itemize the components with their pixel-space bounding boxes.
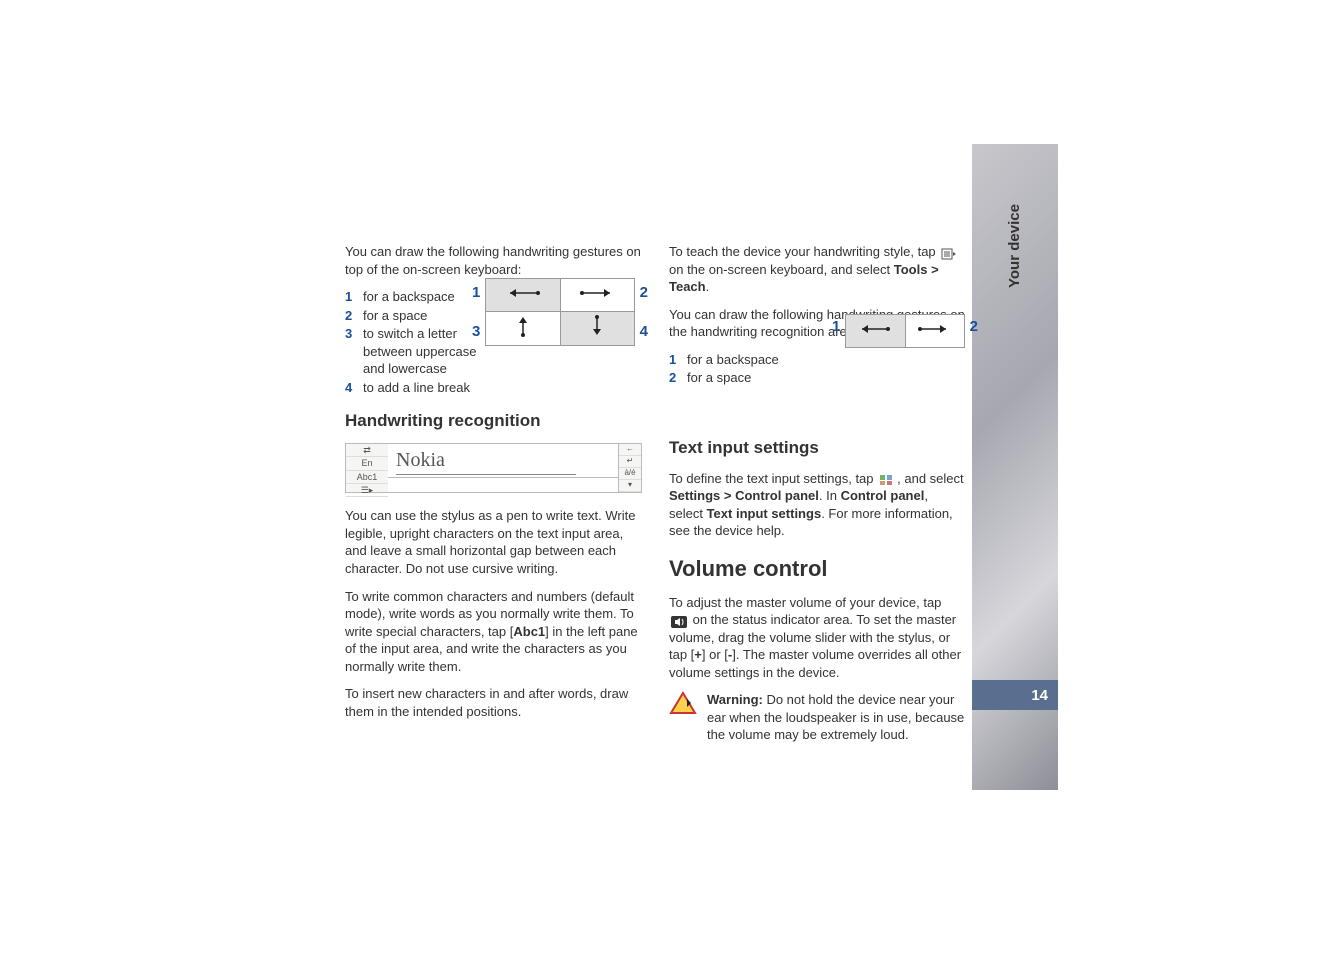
hw-btn-accents[interactable]: à/é — [619, 468, 641, 480]
list-item: 4to add a line break — [345, 379, 485, 397]
hw-btn-menu[interactable]: ☰▸ — [346, 484, 388, 497]
heading-volume-control: Volume control — [669, 554, 965, 584]
gesture-backspace-icon — [852, 320, 898, 338]
warning-row: Warning: Do not hold the device near you… — [669, 691, 965, 754]
hw-btn-enter[interactable]: ↵ — [619, 456, 641, 468]
list-item: 2for a space — [345, 307, 485, 325]
gesture-grid-4: 1 2 3 4 — [485, 278, 635, 346]
gesture-linebreak-icon — [572, 313, 622, 339]
left-column: You can draw the following handwriting g… — [345, 243, 641, 754]
hw-left-buttons: ⇄ En Abc1 ☰▸ — [346, 444, 389, 492]
hw-writing-area[interactable]: Nokia — [388, 444, 619, 478]
heading-handwriting-recognition: Handwriting recognition — [345, 410, 641, 433]
right-column: To teach the device your handwriting sty… — [669, 243, 965, 754]
page-body: You can draw the following handwriting g… — [345, 243, 965, 754]
paragraph: To insert new characters in and after wo… — [345, 685, 641, 720]
gesture-case-icon — [498, 313, 548, 339]
paragraph: You can use the stylus as a pen to write… — [345, 507, 641, 577]
hw-btn-backspace[interactable]: ← — [619, 444, 641, 456]
gesture-grid-2: 1 2 — [845, 314, 965, 348]
handwriting-input-panel: ⇄ En Abc1 ☰▸ Nokia ← ↵ à/é ▾ — [345, 443, 642, 493]
menu-icon — [941, 247, 957, 259]
apps-icon — [879, 473, 895, 485]
list-item: 1for a backspace — [345, 288, 485, 306]
list-item: 2for a space — [669, 369, 829, 387]
paragraph: To write common characters and numbers (… — [345, 588, 641, 676]
hw-btn-collapse[interactable]: ▾ — [619, 480, 641, 492]
hw-blank-area[interactable] — [388, 478, 619, 492]
paragraph: To teach the device your handwriting sty… — [669, 243, 965, 296]
page-number: 14 — [972, 680, 1058, 710]
hw-btn-abc1[interactable]: Abc1 — [346, 471, 388, 484]
gesture-list: 1for a backspace 2for a space 3to switch… — [345, 288, 485, 396]
speaker-icon — [671, 615, 687, 627]
gesture-list-2: 1for a backspace 2for a space — [669, 351, 829, 387]
heading-text-input-settings: Text input settings — [669, 437, 965, 460]
warning-text: Warning: Do not hold the device near you… — [707, 691, 965, 744]
gesture-space-icon — [912, 320, 958, 338]
hw-btn-swap[interactable]: ⇄ — [346, 444, 388, 457]
list-item: 1for a backspace — [669, 351, 829, 369]
gesture-backspace-icon — [498, 283, 548, 303]
hw-btn-lang[interactable]: En — [346, 457, 388, 470]
section-tab-label: Your device — [1006, 204, 1023, 288]
paragraph: To define the text input settings, tap ,… — [669, 470, 965, 540]
list-item: 3to switch a letter between uppercase an… — [345, 325, 485, 378]
intro-text: You can draw the following handwriting g… — [345, 243, 641, 278]
gesture-space-icon — [572, 283, 622, 303]
paragraph: To adjust the master volume of your devi… — [669, 594, 965, 682]
warning-icon — [669, 691, 697, 715]
hw-right-buttons: ← ↵ à/é ▾ — [618, 444, 641, 492]
